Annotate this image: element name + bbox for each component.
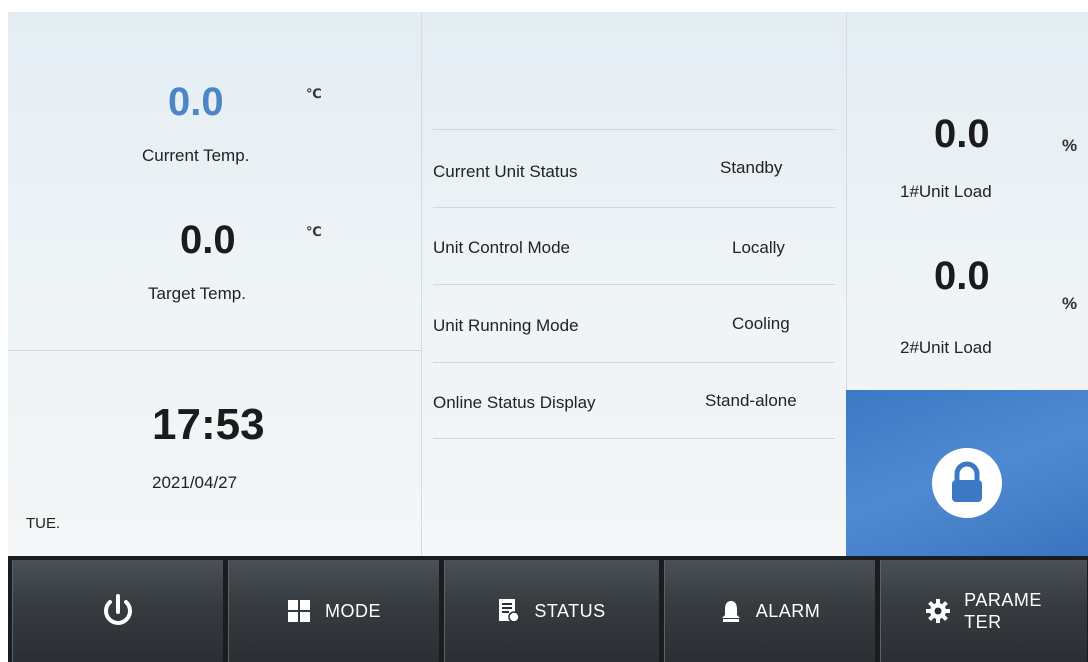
document-icon — [499, 599, 521, 623]
current-temp-label: Current Temp. — [142, 146, 250, 165]
parameter-label-line2: TER — [964, 612, 1002, 632]
unit1-load-label: 1#Unit Load — [900, 182, 992, 201]
status-row-value: Stand-alone — [705, 391, 797, 410]
status-divider-3 — [433, 362, 835, 363]
target-temp-value: 0.0 — [180, 218, 236, 262]
alarm-button[interactable]: ALARM — [664, 560, 876, 662]
grid-icon — [288, 600, 310, 622]
bell-icon — [721, 601, 740, 622]
unit2-load-value: 0.0 — [934, 254, 990, 298]
power-button[interactable] — [12, 560, 224, 662]
status-button[interactable]: STATUS — [444, 560, 660, 662]
status-row-label: Online Status Display — [433, 393, 596, 412]
status-row-value: Locally — [732, 238, 785, 257]
unit2-load-pct: % — [1062, 294, 1078, 313]
clock-time: 17:53 — [152, 400, 265, 449]
clock-weekday: TUE. — [26, 515, 61, 532]
target-temp-unit: ℃ — [306, 224, 322, 239]
current-temp-unit: ℃ — [306, 86, 322, 101]
unit1-load-value: 0.0 — [934, 112, 990, 156]
status-divider-0 — [433, 129, 835, 130]
status-divider-1 — [433, 207, 835, 208]
status-divider-2 — [433, 284, 835, 285]
unit2-load-label: 2#Unit Load — [900, 338, 992, 357]
status-row-label: Unit Control Mode — [433, 238, 571, 257]
status-row-value: Standby — [720, 158, 783, 177]
parameter-label: PARAME TER — [964, 589, 1042, 633]
alarm-label: ALARM — [755, 600, 821, 621]
left-divider — [8, 350, 421, 351]
lock-icon — [952, 461, 982, 502]
target-temp-label: Target Temp. — [148, 284, 246, 303]
power-icon — [104, 594, 132, 625]
lock-button[interactable] — [932, 448, 1002, 518]
gear-icon — [926, 599, 951, 623]
status-row-value: Cooling — [732, 314, 790, 333]
mode-label: MODE — [325, 600, 381, 621]
status-divider-4 — [433, 438, 835, 439]
parameter-button[interactable]: PARAME TER — [880, 560, 1088, 662]
mode-button[interactable]: MODE — [228, 560, 440, 662]
unit1-load-pct: % — [1062, 136, 1078, 155]
current-temp-value: 0.0 — [168, 80, 224, 124]
status-row-label: Current Unit Status — [433, 162, 578, 181]
clock-date: 2021/04/27 — [152, 473, 238, 492]
parameter-label-line1: PARAME — [964, 590, 1042, 610]
status-label: STATUS — [534, 600, 606, 621]
status-row-label: Unit Running Mode — [433, 316, 579, 335]
